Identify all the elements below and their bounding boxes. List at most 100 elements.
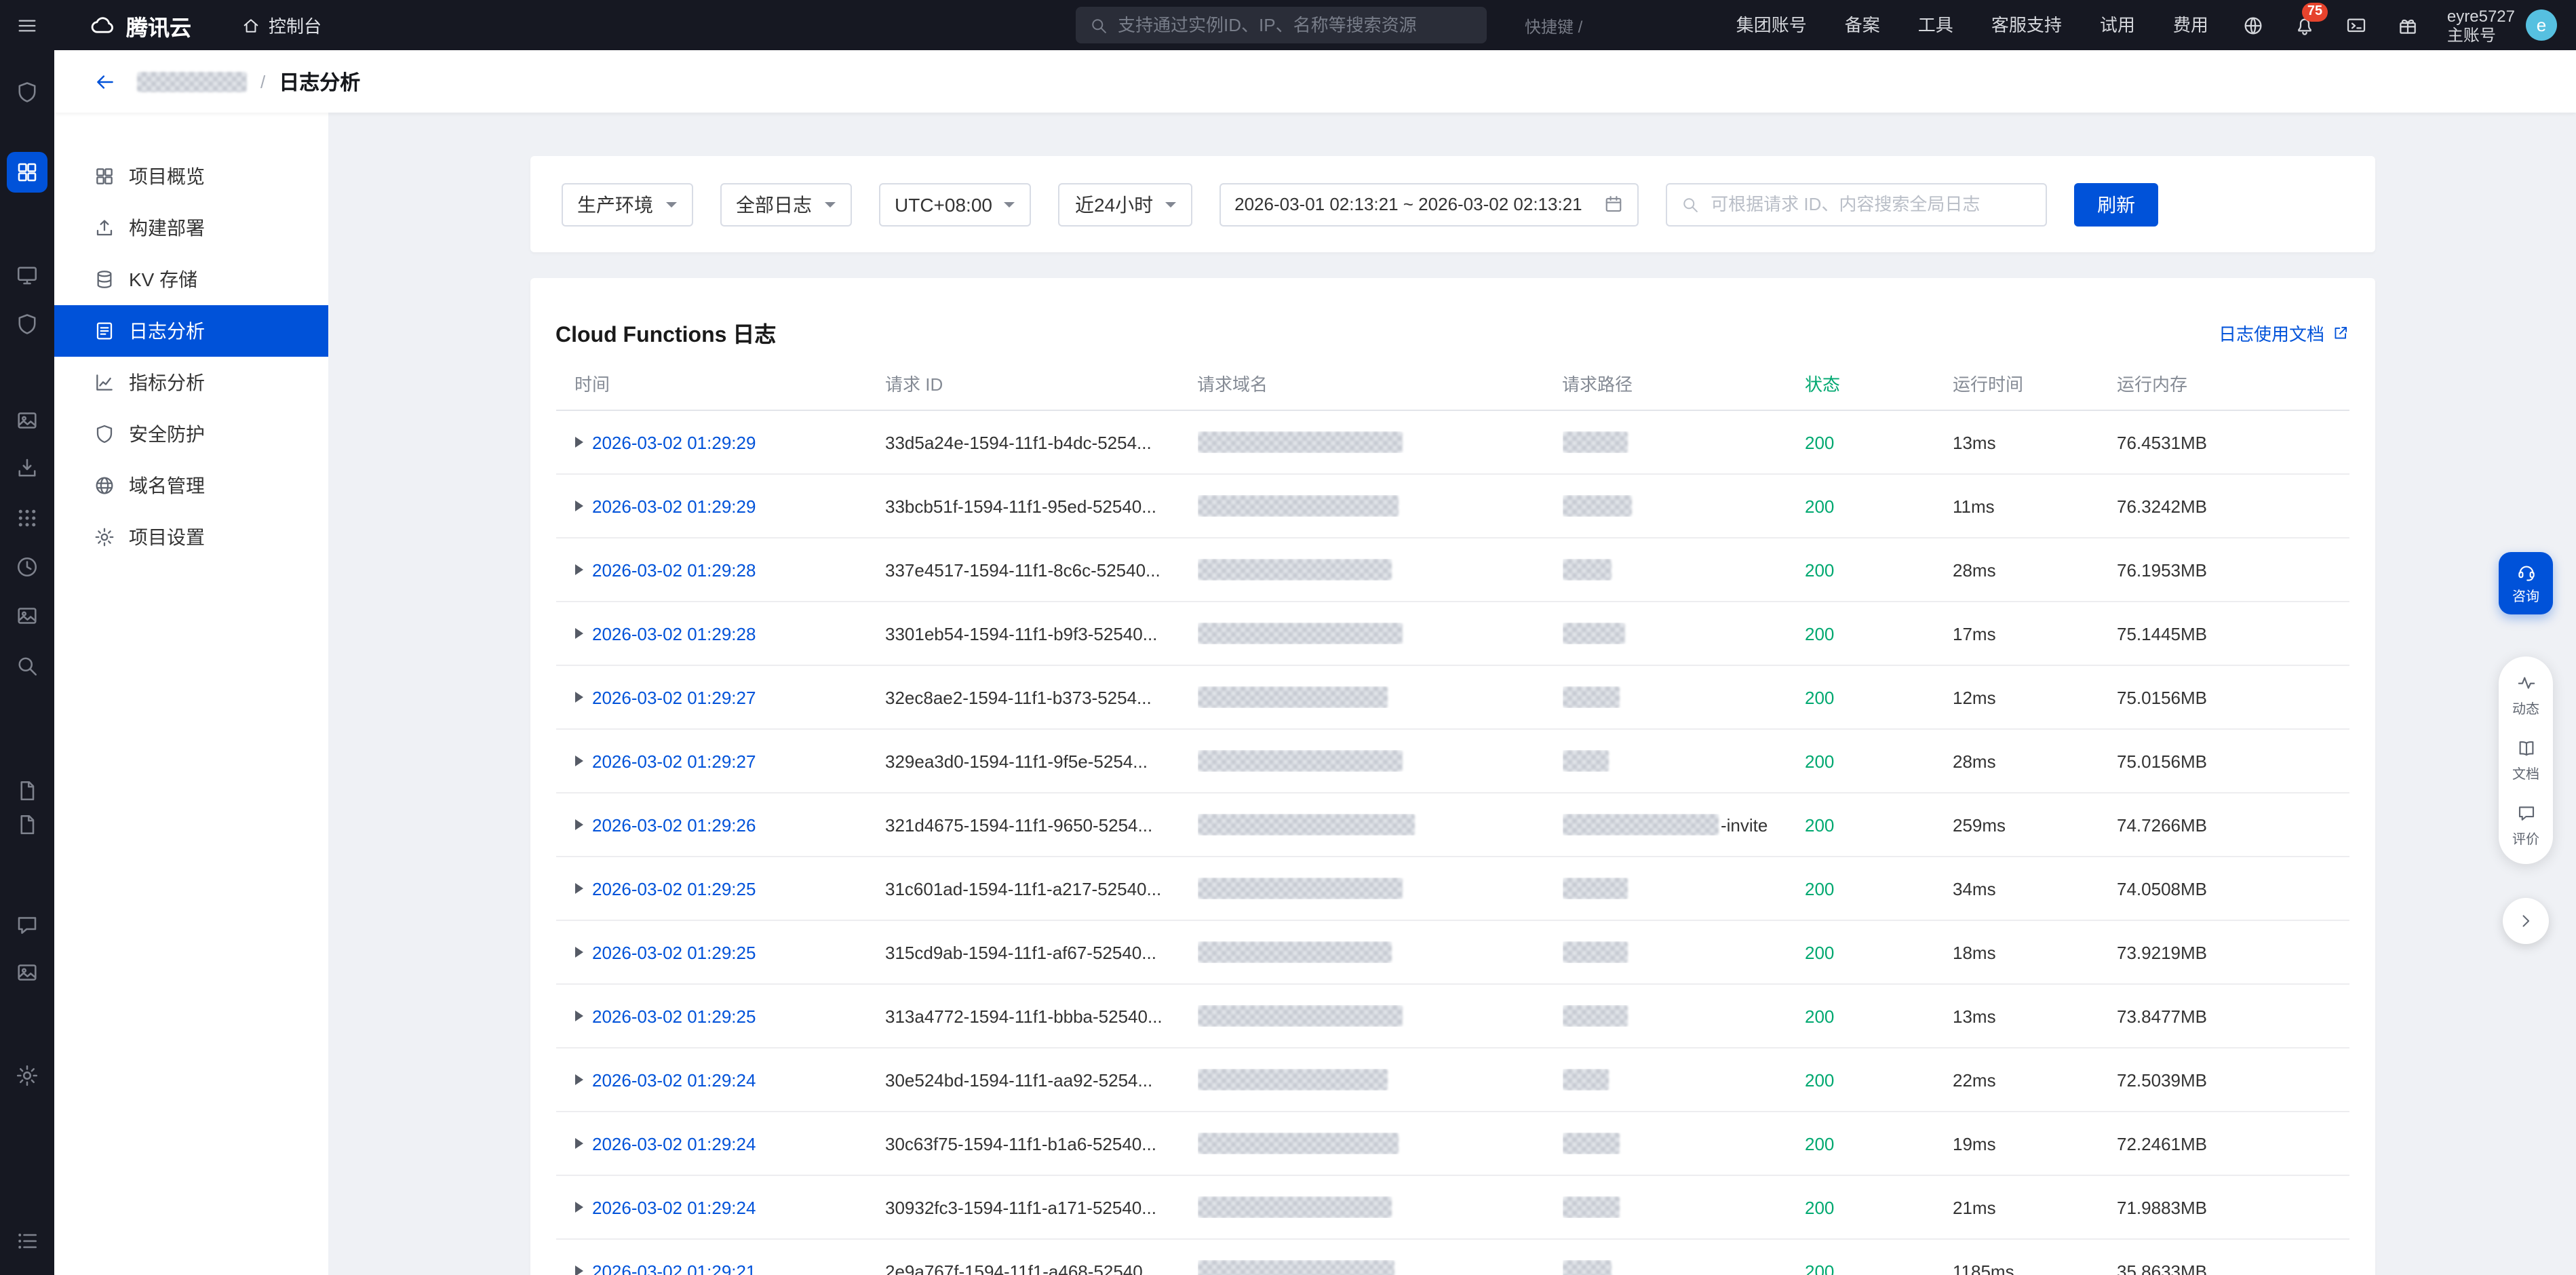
expand-row-icon[interactable]	[574, 1011, 583, 1021]
consult-widget[interactable]: 咨询	[2499, 552, 2553, 614]
rail-item-file-edit[interactable]	[0, 812, 54, 837]
topbar-link[interactable]: 客服支持	[1972, 0, 2081, 50]
sidebar-item-shield[interactable]: 安全防护	[54, 408, 328, 460]
expand-row-icon[interactable]	[574, 819, 583, 830]
globe-button[interactable]	[2227, 0, 2279, 50]
date-range-picker[interactable]: 2026-03-01 02:13:21 ~ 2026-03-02 02:13:2…	[1219, 182, 1639, 226]
request-id: 30932fc3-1594-11f1-a171-52540...	[885, 1197, 1197, 1217]
expand-row-icon[interactable]	[574, 1266, 583, 1275]
expand-row-icon[interactable]	[574, 1074, 583, 1085]
gift-button[interactable]	[2382, 0, 2434, 50]
sidebar-item-label: 域名管理	[129, 472, 205, 499]
log-type-select[interactable]: 全部日志	[720, 182, 851, 226]
timezone-select[interactable]: UTC+08:00	[878, 182, 1032, 226]
float-item-activity[interactable]: 动态	[2512, 673, 2539, 718]
log-time-link[interactable]: 2026-03-02 01:29:24	[592, 1133, 756, 1154]
log-time-link[interactable]: 2026-03-02 01:29:25	[592, 1006, 756, 1026]
account-type: 主账号	[2447, 25, 2515, 44]
rail-item-list[interactable]	[0, 1229, 54, 1253]
expand-row-icon[interactable]	[574, 1202, 583, 1213]
rail-item-media[interactable]	[0, 604, 54, 628]
time-range-select[interactable]: 近24小时	[1059, 182, 1192, 226]
doc-link[interactable]: 日志使用文档	[2219, 319, 2349, 345]
topbar-link[interactable]: 集团账号	[1717, 0, 1826, 50]
rail-item-monitor[interactable]	[0, 263, 54, 288]
memory: 35.8633MB	[2117, 1261, 2349, 1275]
sidebar-item-grid[interactable]: 项目概览	[54, 151, 328, 202]
console-link[interactable]: 控制台	[241, 12, 321, 38]
log-time-link[interactable]: 2026-03-02 01:29:24	[592, 1197, 756, 1217]
rail-item-settings[interactable]	[0, 1063, 54, 1088]
log-search[interactable]	[1666, 182, 2047, 226]
account-menu[interactable]: eyre5727 主账号 e	[2447, 6, 2557, 44]
log-time-link[interactable]: 2026-03-02 01:29:28	[592, 623, 756, 644]
bell-button[interactable]: 75	[2279, 0, 2330, 50]
log-time-link[interactable]: 2026-03-02 01:29:27	[592, 687, 756, 707]
sidebar-item-label: 日志分析	[129, 317, 205, 345]
brand-logo[interactable]: 腾讯云	[90, 9, 191, 41]
expand-row-icon[interactable]	[574, 501, 583, 511]
log-time-link[interactable]: 2026-03-02 01:29:25	[592, 942, 756, 962]
grid-icon	[94, 165, 115, 187]
log-time-link[interactable]: 2026-03-02 01:29:27	[592, 751, 756, 771]
rail-item-image[interactable]	[0, 960, 54, 985]
sidebar: 项目概览构建部署KV 存储日志分析指标分析安全防护域名管理项目设置	[54, 113, 328, 1275]
rail-item-download[interactable]	[0, 456, 54, 480]
topbar-link[interactable]: 工具	[1899, 0, 1972, 50]
log-time-link[interactable]: 2026-03-02 01:29:21	[592, 1261, 756, 1275]
log-time-link[interactable]: 2026-03-02 01:29:29	[592, 432, 756, 452]
back-button[interactable]	[94, 70, 117, 93]
log-time-link[interactable]: 2026-03-02 01:29:29	[592, 496, 756, 516]
rail-item-file-seal[interactable]	[0, 779, 54, 803]
column-header: 请求 ID	[885, 370, 1197, 396]
main-menu-button[interactable]	[0, 14, 54, 36]
expand-toolbar-button[interactable]	[2503, 898, 2549, 944]
request-id: 32ec8ae2-1594-11f1-b373-5254...	[885, 687, 1197, 707]
sidebar-item-chart[interactable]: 指标分析	[54, 357, 328, 408]
log-time-link[interactable]: 2026-03-02 01:29:24	[592, 1070, 756, 1090]
expand-row-icon[interactable]	[574, 628, 583, 639]
global-search[interactable]	[1076, 7, 1487, 43]
redacted-domain	[1197, 623, 1402, 644]
refresh-button[interactable]: 刷新	[2074, 182, 2158, 226]
request-id: 33d5a24e-1594-11f1-b4dc-5254...	[885, 432, 1197, 452]
expand-row-icon[interactable]	[574, 1138, 583, 1149]
topbar-link[interactable]: 备案	[1826, 0, 1899, 50]
request-id: 337e4517-1594-11f1-8c6c-52540...	[885, 560, 1197, 580]
expand-row-icon[interactable]	[574, 692, 583, 703]
expand-row-icon[interactable]	[574, 883, 583, 894]
media-icon	[15, 604, 39, 628]
log-time-link[interactable]: 2026-03-02 01:29:25	[592, 878, 756, 899]
float-item-docs[interactable]: 文档	[2512, 738, 2539, 783]
sidebar-item-gear[interactable]: 项目设置	[54, 511, 328, 563]
memory: 73.9219MB	[2117, 942, 2349, 962]
sidebar-item-log[interactable]: 日志分析	[54, 305, 328, 357]
log-search-input[interactable]	[1711, 194, 2032, 214]
rail-item-clock[interactable]	[0, 555, 54, 579]
topbar-link[interactable]: 试用	[2081, 0, 2154, 50]
rail-item-security[interactable]	[0, 312, 54, 336]
expand-row-icon[interactable]	[574, 947, 583, 958]
sidebar-item-deploy[interactable]: 构建部署	[54, 202, 328, 254]
table-row: 2026-03-02 01:29:24 30e524bd-1594-11f1-a…	[555, 1048, 2349, 1112]
sidebar-item-database[interactable]: KV 存储	[54, 254, 328, 305]
console-button[interactable]	[2330, 0, 2382, 50]
log-time-link[interactable]: 2026-03-02 01:29:28	[592, 560, 756, 580]
avatar[interactable]: e	[2526, 9, 2557, 41]
rail-item-terminal[interactable]	[0, 913, 54, 937]
float-item-feedback[interactable]: 评价	[2512, 803, 2539, 848]
env-select[interactable]: 生产环境	[561, 182, 692, 226]
float-item-label: 动态	[2512, 697, 2539, 718]
rail-item-shield[interactable]	[0, 80, 54, 104]
log-time-link[interactable]: 2026-03-02 01:29:26	[592, 815, 756, 835]
expand-row-icon[interactable]	[574, 756, 583, 766]
rail-item-gallery[interactable]	[0, 408, 54, 433]
expand-row-icon[interactable]	[574, 437, 583, 448]
global-search-input[interactable]	[1118, 15, 1473, 35]
rail-item-workspace[interactable]	[7, 152, 47, 193]
sidebar-item-domain[interactable]: 域名管理	[54, 460, 328, 511]
rail-item-apps[interactable]	[0, 506, 54, 530]
expand-row-icon[interactable]	[574, 564, 583, 575]
rail-item-search[interactable]	[0, 654, 54, 678]
topbar-link[interactable]: 费用	[2154, 0, 2227, 50]
